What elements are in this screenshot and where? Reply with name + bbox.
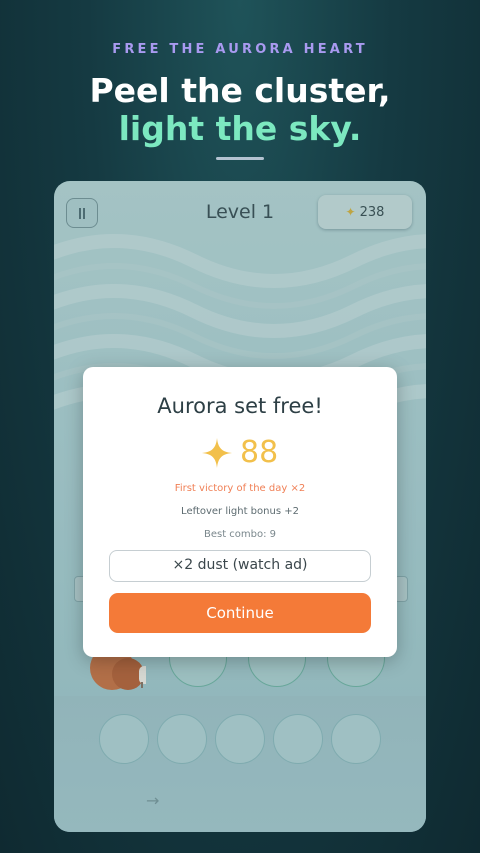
reward-amount: 88 — [240, 435, 279, 470]
victory-dialog: Aurora set free! 88 First victory of the… — [83, 367, 397, 657]
first-victory-bonus: First victory of the day ×2 — [174, 483, 306, 494]
watch-ad-button[interactable]: ×2 dust (watch ad) — [109, 550, 371, 582]
sparkle-icon — [202, 438, 232, 468]
headline-divider — [216, 157, 264, 160]
dialog-title: Aurora set free! — [157, 394, 323, 418]
promo-headline: Peel the cluster, light the sky. — [0, 72, 480, 148]
best-combo: Best combo: 9 — [203, 529, 277, 540]
headline-line-1: Peel the cluster, — [89, 71, 391, 110]
continue-button[interactable]: Continue — [109, 593, 371, 633]
headline-line-2: light the sky. — [118, 109, 362, 148]
leftover-light-bonus: Leftover light bonus +2 — [181, 506, 299, 517]
promo-tagline: FREE THE AURORA HEART — [112, 42, 368, 57]
reward-display: 88 — [83, 433, 397, 473]
